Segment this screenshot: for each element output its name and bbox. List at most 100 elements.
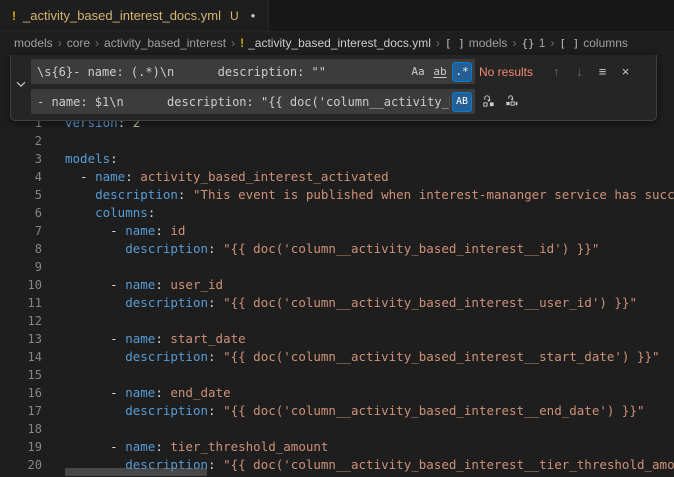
code-text <box>65 420 674 438</box>
code-text: - name: id <box>65 222 674 240</box>
find-replace-widget: \s{6}- name: (.*)\n description: "" Aa a… <box>10 55 657 121</box>
code-text: - name: end_date <box>65 384 674 402</box>
replace-icon <box>481 93 496 111</box>
code-line[interactable]: 18 <box>0 420 674 438</box>
replace-all-button[interactable] <box>502 92 521 112</box>
breadcrumb-item[interactable]: activity_based_interest <box>104 36 226 50</box>
breadcrumb-item[interactable]: !_activity_based_interest_docs.yml <box>240 36 431 50</box>
code-line[interactable]: 11 description: "{{ doc('column__activit… <box>0 294 674 312</box>
selection-icon: ≡ <box>599 64 607 79</box>
code-line[interactable]: 8 description: "{{ doc('column__activity… <box>0 240 674 258</box>
code-line[interactable]: 13 - name: start_date <box>0 330 674 348</box>
line-number: 19 <box>0 438 42 456</box>
object-icon: {} <box>521 37 534 50</box>
line-number: 13 <box>0 330 42 348</box>
code-text: description: "{{ doc('column__activity_b… <box>65 240 674 258</box>
line-number: 9 <box>0 258 42 276</box>
breadcrumb-label: _activity_based_interest_docs.yml <box>248 36 431 50</box>
replace-button[interactable] <box>479 92 498 112</box>
code-text: columns: <box>65 204 674 222</box>
breadcrumb-separator-icon: › <box>231 36 235 50</box>
code-text <box>65 366 674 384</box>
code-line[interactable]: 5 description: "This event is published … <box>0 186 674 204</box>
code-line[interactable]: 17 description: "{{ doc('column__activit… <box>0 402 674 420</box>
code-text: - name: tier_threshold_amount <box>65 438 674 456</box>
code-line[interactable]: 16 - name: end_date <box>0 384 674 402</box>
breadcrumb-item[interactable]: models <box>14 36 53 50</box>
code-line[interactable]: 19 - name: tier_threshold_amount <box>0 438 674 456</box>
breadcrumb-item[interactable]: {} 1 <box>521 36 545 50</box>
breadcrumb-separator-icon: › <box>512 36 516 50</box>
find-results-label: No results <box>479 65 543 79</box>
code-line[interactable]: 3models: <box>0 150 674 168</box>
line-number: 4 <box>0 168 42 186</box>
code-line[interactable]: 15 <box>0 366 674 384</box>
breadcrumb-item[interactable]: [ ]columns <box>559 36 628 50</box>
editor[interactable]: 1version: 223models:4 - name: activity_b… <box>0 54 674 477</box>
breadcrumb-separator-icon: › <box>95 36 99 50</box>
code-text: models: <box>65 150 674 168</box>
arrow-up-icon: ↑ <box>553 64 560 79</box>
next-match-button[interactable]: ↓ <box>570 62 589 82</box>
array-icon: [ ] <box>445 37 465 50</box>
breadcrumb-separator-icon: › <box>436 36 440 50</box>
replace-row: - name: $1\n description: "{{ doc('colum… <box>31 89 652 114</box>
regex-button[interactable]: .* <box>452 62 472 82</box>
chevron-down-icon <box>14 77 28 96</box>
line-number: 20 <box>0 456 42 474</box>
line-number: 6 <box>0 204 42 222</box>
breadcrumb-separator-icon: › <box>58 36 62 50</box>
code-text: description: "{{ doc('column__activity_b… <box>65 348 674 366</box>
code-line[interactable]: 12 <box>0 312 674 330</box>
previous-match-button[interactable]: ↑ <box>547 62 566 82</box>
code-text <box>65 132 674 150</box>
code-text: - name: activity_based_interest_activate… <box>65 168 674 186</box>
replace-input[interactable]: - name: $1\n description: "{{ doc('colum… <box>31 89 475 114</box>
match-case-button[interactable]: Aa <box>408 62 428 82</box>
preserve-case-button[interactable]: AB <box>452 92 472 112</box>
line-number: 11 <box>0 294 42 312</box>
breadcrumb-label: columns <box>583 36 628 50</box>
toggle-replace-button[interactable] <box>11 59 31 114</box>
arrow-down-icon: ↓ <box>576 64 583 79</box>
git-status-badge: U <box>230 9 239 23</box>
breadcrumb-separator-icon: › <box>550 36 554 50</box>
line-number: 15 <box>0 366 42 384</box>
breadcrumb-label: core <box>67 36 90 50</box>
warning-icon: ! <box>12 9 16 23</box>
line-number: 2 <box>0 132 42 150</box>
line-number: 14 <box>0 348 42 366</box>
replace-all-icon <box>504 93 519 111</box>
whole-word-button[interactable]: ab <box>430 62 450 82</box>
find-input-value: \s{6}- name: (.*)\n description: "" <box>37 65 406 79</box>
code-line[interactable]: 6 columns: <box>0 204 674 222</box>
horizontal-scrollbar[interactable] <box>65 468 207 476</box>
line-number: 17 <box>0 402 42 420</box>
line-number: 12 <box>0 312 42 330</box>
breadcrumb-item[interactable]: [ ]models <box>445 36 508 50</box>
find-row: \s{6}- name: (.*)\n description: "" Aa a… <box>31 59 652 84</box>
unsaved-dot-icon[interactable]: ● <box>251 11 256 20</box>
code-text: description: "{{ doc('column__activity_b… <box>65 294 674 312</box>
code-line[interactable]: 9 <box>0 258 674 276</box>
code-text: - name: user_id <box>65 276 674 294</box>
code-line[interactable]: 14 description: "{{ doc('column__activit… <box>0 348 674 366</box>
breadcrumb: models › core › activity_based_interest › !_ac… <box>0 32 674 54</box>
find-input[interactable]: \s{6}- name: (.*)\n description: "" Aa a… <box>31 59 475 84</box>
close-button[interactable]: × <box>616 62 635 82</box>
code-line[interactable]: 7 - name: id <box>0 222 674 240</box>
code-line[interactable]: 2 <box>0 132 674 150</box>
find-in-selection-button[interactable]: ≡ <box>593 62 612 82</box>
breadcrumb-label: activity_based_interest <box>104 36 226 50</box>
editor-tab[interactable]: ! _activity_based_interest_docs.yml U ● <box>0 0 269 31</box>
close-icon: × <box>622 64 630 79</box>
line-number: 16 <box>0 384 42 402</box>
code-text: - name: start_date <box>65 330 674 348</box>
line-number: 18 <box>0 420 42 438</box>
code-text <box>65 312 674 330</box>
breadcrumb-item[interactable]: core <box>67 36 90 50</box>
breadcrumb-label: 1 <box>539 36 546 50</box>
tab-title: _activity_based_interest_docs.yml <box>23 8 221 23</box>
code-line[interactable]: 10 - name: user_id <box>0 276 674 294</box>
code-line[interactable]: 4 - name: activity_based_interest_activa… <box>0 168 674 186</box>
